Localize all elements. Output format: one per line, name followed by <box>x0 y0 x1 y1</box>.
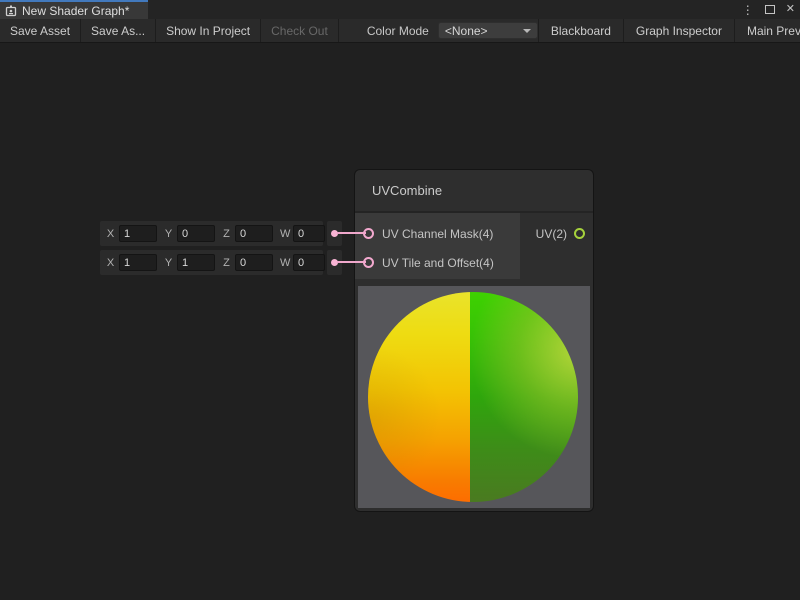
node-header[interactable]: UVCombine <box>355 170 593 213</box>
color-mode-dropdown[interactable]: <None> <box>438 22 538 39</box>
node-title: UVCombine <box>372 183 442 198</box>
edge-to-uv-channel-mask[interactable] <box>337 232 366 234</box>
window-menu-icon[interactable]: ⋮ <box>742 4 754 16</box>
node-uvcombine[interactable]: UVCombine UV Channel Mask(4) UV Tile and… <box>355 170 593 511</box>
z-label: Z <box>222 257 231 269</box>
x-label: X <box>106 257 115 269</box>
node-preview <box>358 286 590 508</box>
main-preview-button[interactable]: Main Preview <box>734 19 800 42</box>
y-field[interactable] <box>177 225 215 242</box>
output-port-label: UV(2) <box>536 227 567 241</box>
w-field[interactable] <box>293 254 325 271</box>
output-port-icon[interactable] <box>574 228 585 239</box>
w-label: W <box>280 228 289 240</box>
preview-sphere <box>368 292 578 502</box>
output-port-row: UV(2) <box>520 219 593 248</box>
shader-graph-icon <box>5 5 17 17</box>
z-field[interactable] <box>235 225 273 242</box>
z-label: Z <box>222 228 231 240</box>
z-field[interactable] <box>235 254 273 271</box>
w-field[interactable] <box>293 225 325 242</box>
x-field[interactable] <box>119 225 157 242</box>
node-output-section: UV(2) <box>520 213 593 279</box>
save-asset-button[interactable]: Save Asset <box>0 19 81 42</box>
color-mode-value: <None> <box>445 24 488 38</box>
sphere-right-half <box>470 292 578 502</box>
color-mode-label: Color Mode <box>367 24 429 38</box>
y-label: Y <box>164 257 173 269</box>
edge-to-uv-tile-offset[interactable] <box>337 261 366 263</box>
blackboard-button[interactable]: Blackboard <box>538 19 623 42</box>
node-input-section: UV Channel Mask(4) UV Tile and Offset(4) <box>355 213 520 279</box>
w-label: W <box>280 257 289 269</box>
x-label: X <box>106 228 115 240</box>
toolbar-right-group: Blackboard Graph Inspector Main Preview <box>538 19 800 42</box>
tab-title: New Shader Graph* <box>22 4 129 18</box>
close-icon[interactable]: ✕ <box>786 4 795 15</box>
y-label: Y <box>164 228 173 240</box>
x-field[interactable] <box>119 254 157 271</box>
node-body: UV Channel Mask(4) UV Tile and Offset(4)… <box>355 213 593 279</box>
window-controls: ⋮ ✕ <box>742 0 795 19</box>
graph-canvas[interactable]: X Y Z W X Y Z W UVCombine UV Channel Mas… <box>0 44 800 600</box>
check-out-button[interactable]: Check Out <box>261 19 339 42</box>
shader-graph-toolbar: Save Asset Save As... Show In Project Ch… <box>0 19 800 43</box>
maximize-icon[interactable] <box>765 5 775 14</box>
color-mode-group: Color Mode <None> <box>367 19 538 42</box>
input-port-label: UV Channel Mask(4) <box>382 227 493 241</box>
input-port-row: UV Channel Mask(4) <box>355 219 520 248</box>
tab-new-shader-graph[interactable]: New Shader Graph* <box>0 0 148 19</box>
graph-inspector-button[interactable]: Graph Inspector <box>623 19 734 42</box>
vector4-widget-uv-tile-offset: X Y Z W <box>100 250 323 275</box>
input-port-row: UV Tile and Offset(4) <box>355 248 520 277</box>
title-bar: New Shader Graph* ⋮ ✕ <box>0 0 800 19</box>
dropdown-arrow-icon <box>523 29 531 33</box>
show-in-project-button[interactable]: Show In Project <box>156 19 261 42</box>
y-field[interactable] <box>177 254 215 271</box>
save-as-button[interactable]: Save As... <box>81 19 156 42</box>
sphere-left-half <box>368 292 470 502</box>
vector4-widget-uv-channel-mask: X Y Z W <box>100 221 323 246</box>
input-port-label: UV Tile and Offset(4) <box>382 256 494 270</box>
